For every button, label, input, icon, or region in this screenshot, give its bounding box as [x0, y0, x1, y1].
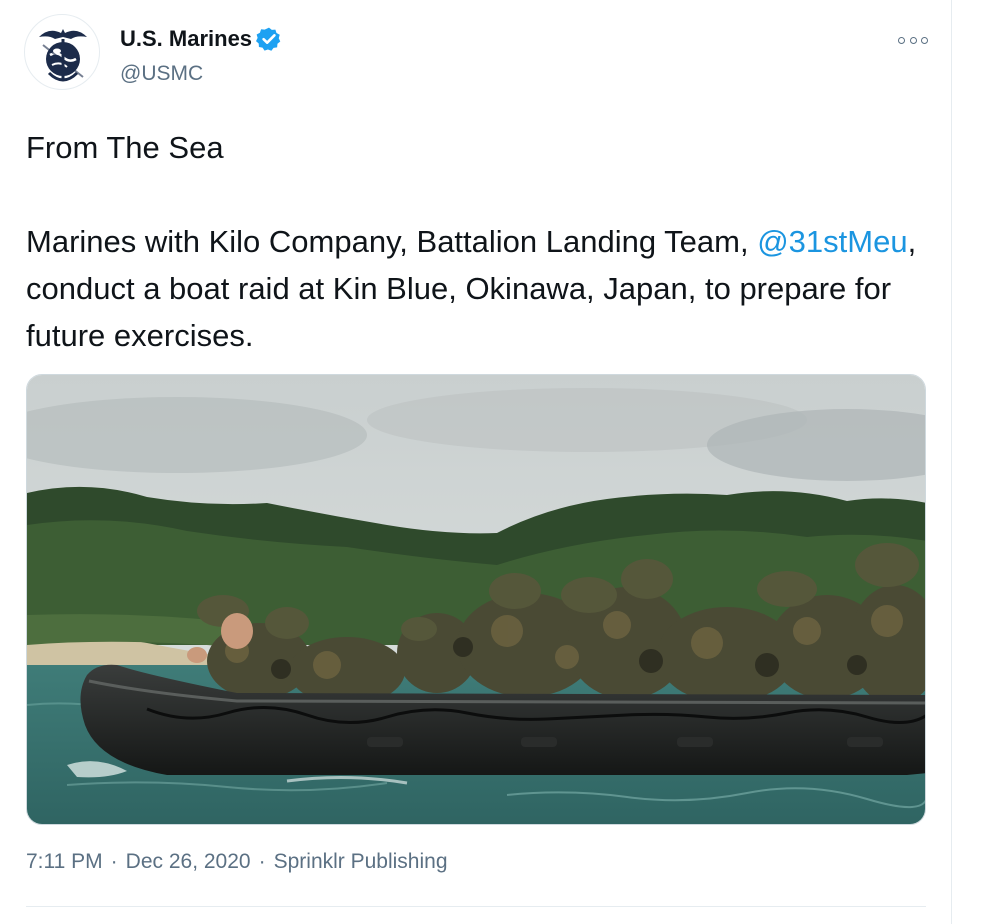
divider [26, 906, 926, 907]
tweet-card: U.S. Marines @USMC From The Sea Marines … [0, 0, 952, 924]
tweet-source-link[interactable]: Sprinklr Publishing [274, 850, 448, 874]
tweet-time[interactable]: 7:11 PM [26, 850, 103, 874]
tweet-body-start: Marines with Kilo Company, Battalion Lan… [26, 224, 758, 259]
more-dot [921, 36, 928, 44]
author-handle[interactable]: @USMC [120, 62, 203, 86]
tweet-title-line: From The Sea [26, 130, 224, 165]
meta-separator: · [110, 850, 118, 873]
more-options-icon[interactable] [898, 30, 928, 50]
more-dot [909, 36, 917, 44]
tweet-photo[interactable] [26, 374, 926, 825]
tweet-text: From The Sea Marines with Kilo Company, … [26, 124, 926, 359]
avatar[interactable] [24, 14, 100, 90]
more-dot [898, 36, 905, 44]
tweet-body: Marines with Kilo Company, Battalion Lan… [26, 218, 926, 359]
tweet-meta: 7:11 PM · Dec 26, 2020 · Sprinklr Publis… [26, 850, 448, 874]
photo-illustration [27, 375, 925, 824]
mention-link[interactable]: @31stMeu [757, 224, 907, 259]
tweet-date[interactable]: Dec 26, 2020 [126, 850, 251, 874]
marine-corps-emblem-icon [39, 29, 87, 82]
verified-badge-icon [256, 27, 281, 51]
meta-separator: · [258, 850, 266, 873]
author-name-text: U.S. Marines [120, 26, 253, 51]
author-name[interactable]: U.S. Marines [120, 26, 282, 52]
